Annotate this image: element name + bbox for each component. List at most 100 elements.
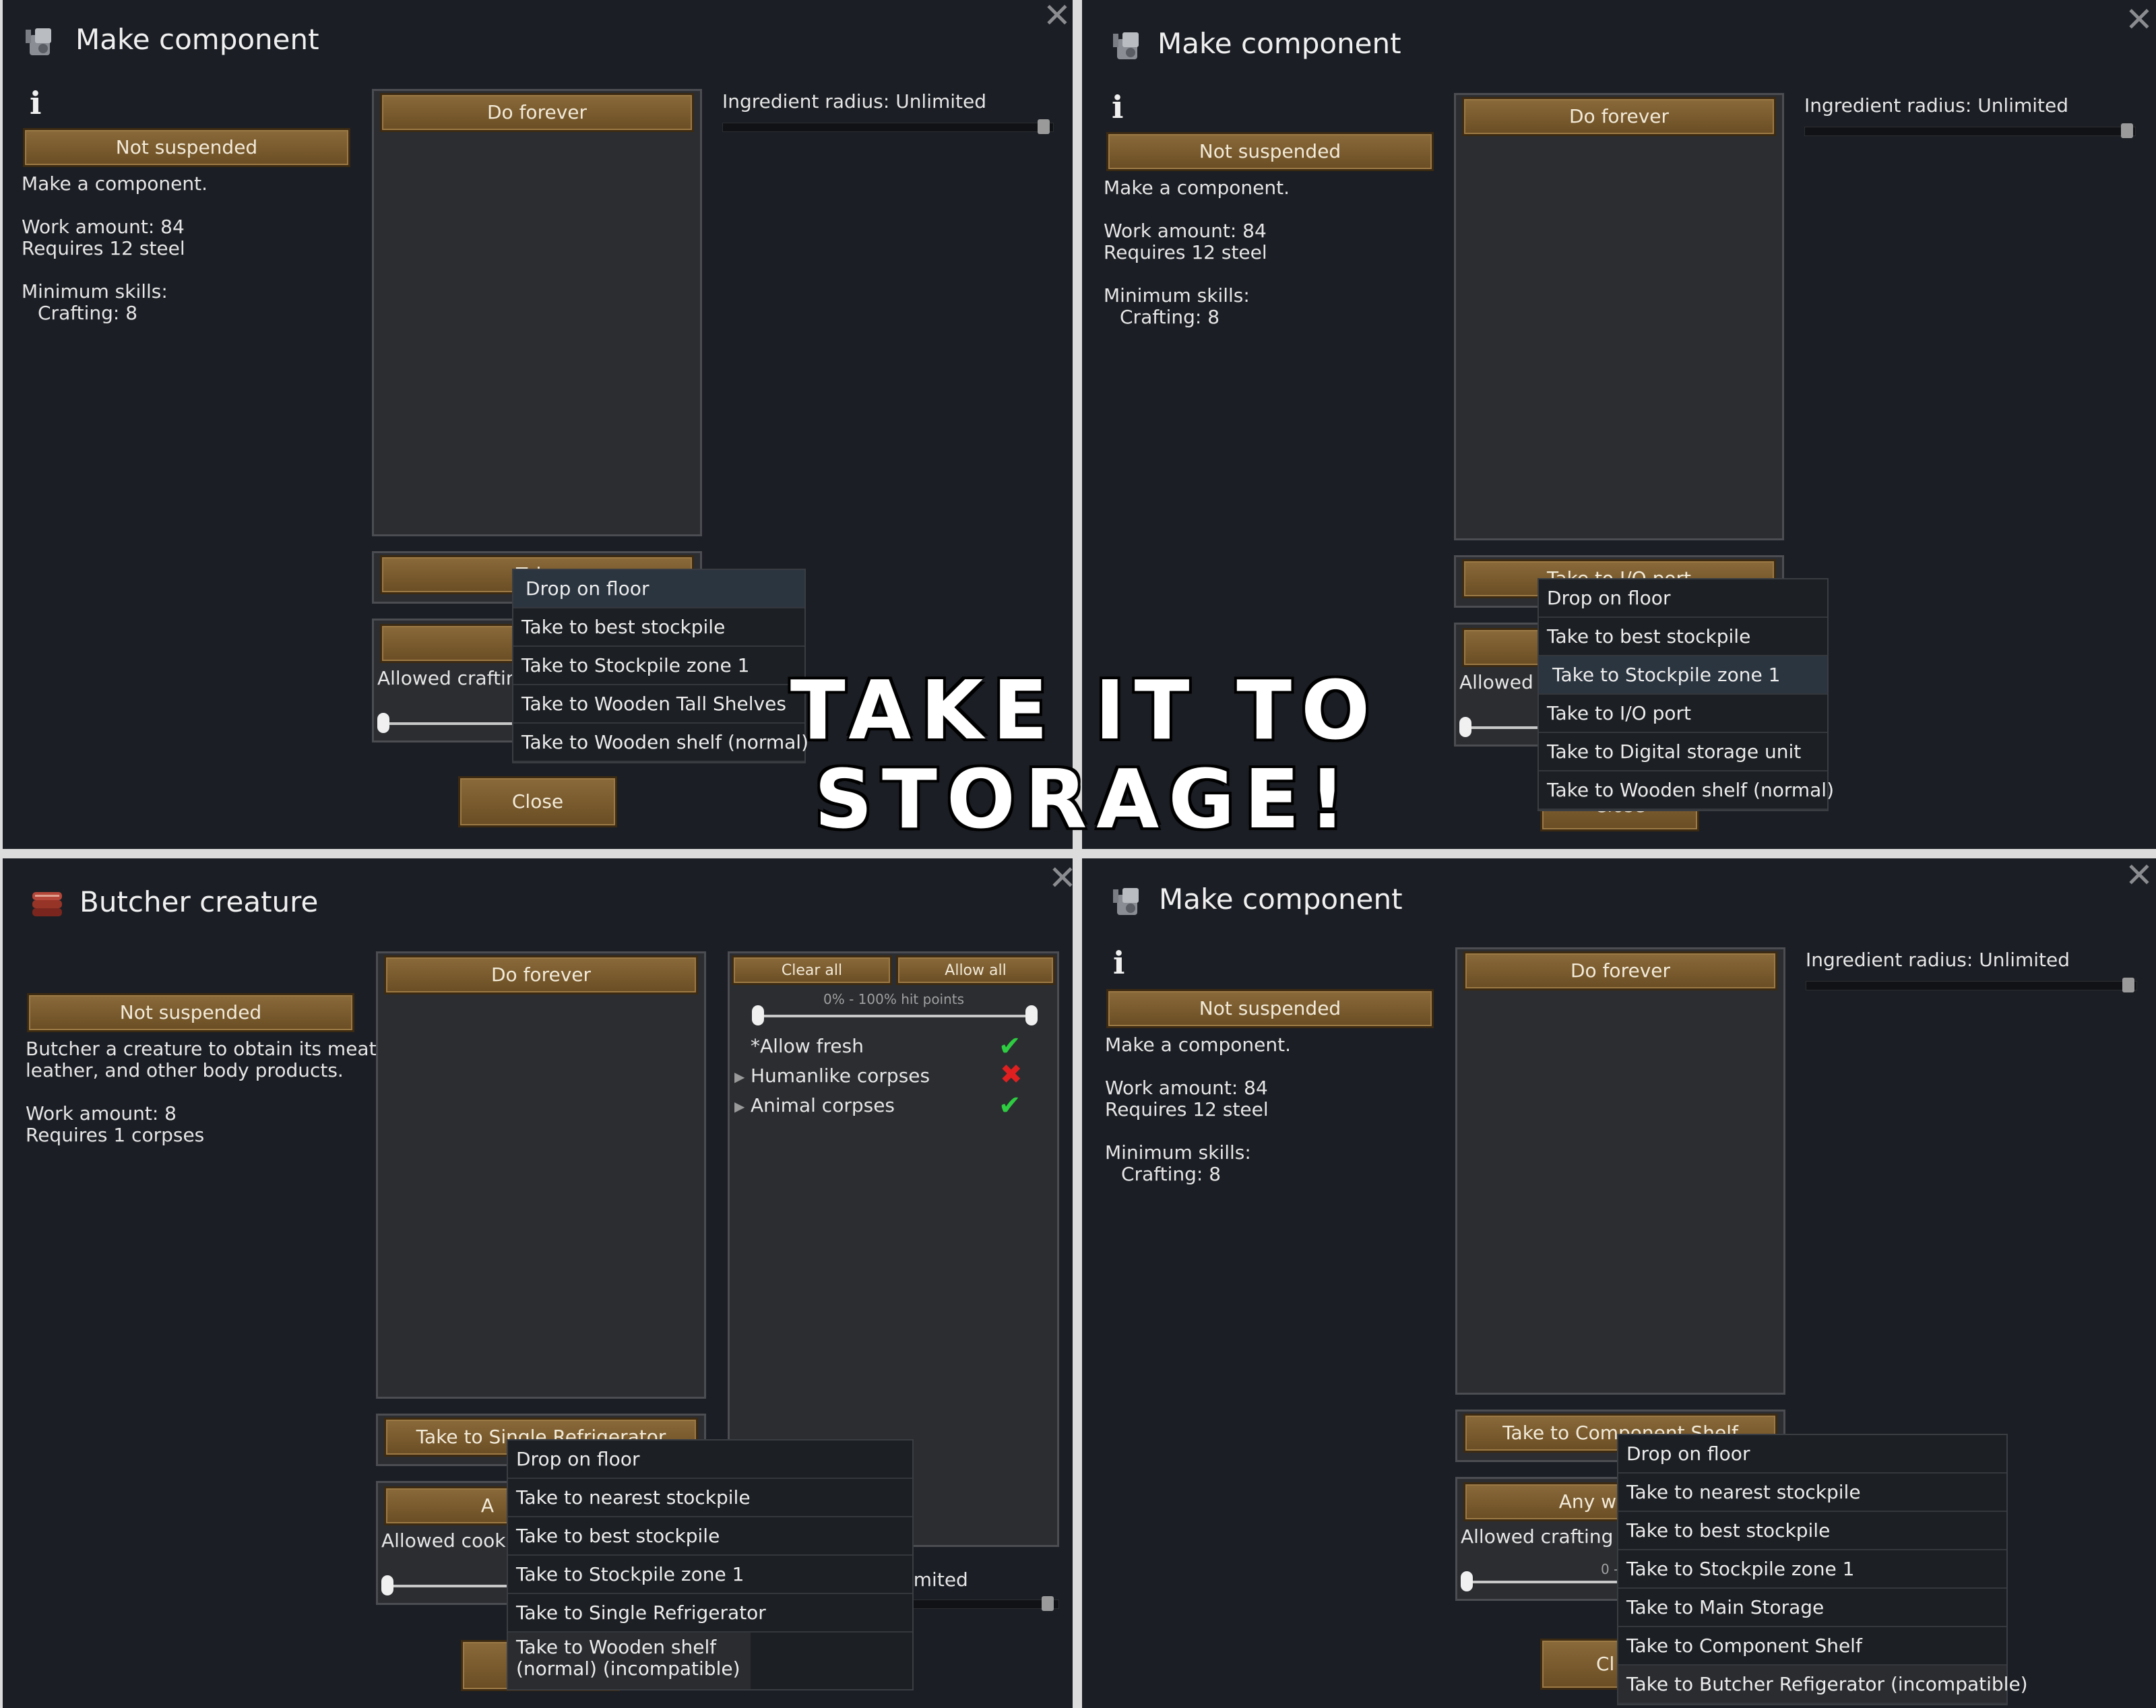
- component-icon: [26, 28, 51, 55]
- requirements: Requires 1 corpses: [26, 1124, 205, 1146]
- menu-item[interactable]: Drop on floor: [1618, 1435, 2006, 1474]
- menu-item[interactable]: Take to I/O port: [1539, 695, 1827, 733]
- allowed-skill-label: Allowed crafting: [377, 667, 530, 689]
- work-amount: Work amount: 84: [22, 216, 185, 238]
- ingredient-radius-label: Ingredient radius: Unlimited: [1806, 949, 2070, 971]
- range-handle-min[interactable]: [1459, 717, 1471, 737]
- repeat-panel: [376, 951, 706, 1399]
- menu-item[interactable]: Take to Wooden shelf (normal): [1539, 771, 1834, 810]
- bill-window-butcher-creature: ✕ Butcher creature Not suspended Butcher…: [3, 858, 1073, 1708]
- close-button[interactable]: Close: [458, 776, 617, 827]
- allowed-skill-label: Allowed c: [1459, 671, 1550, 693]
- minimum-skills-label: Minimum skills:: [1105, 1141, 1251, 1164]
- menu-item[interactable]: Take to best stockpile: [1618, 1512, 2006, 1550]
- minimum-skills-label: Minimum skills:: [22, 280, 168, 303]
- slider-handle[interactable]: [2122, 978, 2134, 992]
- slider-handle[interactable]: [1042, 1596, 1054, 1611]
- menu-item[interactable]: Take to Stockpile zone 1: [1618, 1550, 2006, 1589]
- allowed-skill-label: Allowed crafting sk: [1461, 1525, 1641, 1548]
- work-amount: Work amount: 84: [1105, 1077, 1268, 1099]
- window-title: Make component: [1158, 27, 1401, 60]
- hit-points-range-slider[interactable]: [757, 1015, 1034, 1017]
- hit-points-range-label: 0% - 100% hit points: [823, 991, 965, 1007]
- suspend-toggle-button[interactable]: Not suspended: [23, 128, 350, 167]
- expand-arrow-icon[interactable]: ▶: [734, 1069, 744, 1085]
- ingredient-radius-slider[interactable]: [1806, 981, 2137, 990]
- menu-item[interactable]: Take to best stockpile: [508, 1517, 912, 1556]
- filter-humanlike-corpses[interactable]: Humanlike corpses: [751, 1065, 930, 1087]
- component-icon: [1113, 32, 1139, 59]
- clear-all-button[interactable]: Clear all: [732, 955, 892, 985]
- suspend-toggle-button[interactable]: Not suspended: [27, 993, 354, 1032]
- range-handle-min[interactable]: [752, 1005, 764, 1025]
- range-handle-max[interactable]: [1025, 1005, 1038, 1025]
- bill-window-make-component-3: ✕ Make component i Not suspended Make a …: [1082, 858, 2156, 1708]
- menu-item[interactable]: Take to Stockpile zone 1: [1539, 656, 1827, 695]
- menu-item[interactable]: Take to best stockpile: [1539, 618, 1827, 656]
- requirements: Requires 12 steel: [1105, 1098, 1269, 1120]
- suspend-toggle-button[interactable]: Not suspended: [1106, 989, 1434, 1028]
- minimum-skills-label: Minimum skills:: [1104, 284, 1250, 307]
- requirements: Requires 12 steel: [22, 237, 185, 259]
- window-title: Make component: [1159, 883, 1403, 916]
- range-handle-min[interactable]: [1461, 1571, 1473, 1591]
- store-mode-menu: Drop on floor Take to nearest stockpile …: [507, 1439, 914, 1690]
- close-icon[interactable]: ✕: [2125, 858, 2153, 892]
- skill-requirement: Crafting: 8: [1120, 306, 1220, 328]
- menu-item[interactable]: Take to nearest stockpile: [1618, 1474, 2006, 1512]
- slider-handle[interactable]: [2121, 123, 2133, 138]
- repeat-mode-button[interactable]: Do forever: [1463, 951, 1777, 990]
- slider-handle[interactable]: [1038, 119, 1050, 134]
- menu-item[interactable]: Drop on floor: [1539, 579, 1827, 618]
- window-title: Make component: [75, 23, 319, 56]
- range-handle-min[interactable]: [381, 1575, 393, 1595]
- filter-allow-fresh[interactable]: *Allow fresh: [751, 1035, 864, 1058]
- store-mode-menu: Drop on floor Take to best stockpile Tak…: [1537, 578, 1834, 811]
- close-icon[interactable]: ✕: [2125, 3, 2153, 36]
- allowed-skill-label: Allowed cookin: [381, 1529, 524, 1552]
- component-icon: [1113, 888, 1139, 915]
- menu-item[interactable]: Take to nearest stockpile: [508, 1479, 912, 1517]
- meat-icon: [32, 892, 62, 916]
- ingredient-radius-label: imited: [908, 1569, 968, 1591]
- requirements: Requires 12 steel: [1104, 241, 1267, 263]
- menu-item-incompatible[interactable]: Take to Wooden shelf (normal) (incompati…: [508, 1633, 751, 1689]
- bill-description: Make a component.: [1105, 1034, 1292, 1056]
- info-icon[interactable]: i: [1113, 945, 1124, 981]
- repeat-panel: [1454, 93, 1784, 540]
- check-icon[interactable]: ✔: [998, 1090, 1021, 1121]
- close-icon[interactable]: ✕: [1048, 861, 1073, 895]
- close-icon[interactable]: ✕: [1043, 0, 1071, 32]
- menu-item[interactable]: Take to Digital storage unit: [1539, 733, 1827, 771]
- bill-description: Make a component.: [22, 172, 208, 195]
- range-handle-min[interactable]: [377, 713, 389, 733]
- repeat-mode-button[interactable]: Do forever: [380, 93, 694, 132]
- skill-requirement: Crafting: 8: [38, 302, 138, 324]
- menu-item-incompatible[interactable]: Take to Butcher Refigerator (incompatibl…: [1618, 1666, 2028, 1704]
- expand-arrow-icon[interactable]: ▶: [734, 1098, 744, 1114]
- repeat-mode-button[interactable]: Do forever: [1462, 97, 1776, 136]
- menu-item[interactable]: Take to best stockpile: [513, 608, 804, 647]
- bill-description: Butcher a creature to obtain its meat,: [26, 1038, 383, 1060]
- store-mode-menu: Drop on floor Take to nearest stockpile …: [1617, 1434, 2028, 1705]
- repeat-mode-button[interactable]: Do forever: [384, 955, 698, 994]
- menu-item[interactable]: Take to Main Storage: [1618, 1589, 2006, 1627]
- menu-item[interactable]: Take to Stockpile zone 1: [508, 1556, 912, 1594]
- menu-item[interactable]: Take to Component Shelf: [1618, 1627, 2006, 1666]
- work-amount: Work amount: 84: [1104, 220, 1267, 242]
- ingredient-radius-slider[interactable]: [1804, 127, 2136, 136]
- filter-animal-corpses[interactable]: Animal corpses: [751, 1094, 895, 1117]
- skill-range-label: 0 -: [1601, 1561, 1619, 1577]
- menu-item[interactable]: Take to Single Refrigerator: [508, 1594, 912, 1633]
- allow-all-button[interactable]: Allow all: [896, 955, 1055, 985]
- ingredient-radius-slider[interactable]: [722, 123, 1054, 132]
- info-icon[interactable]: i: [30, 85, 41, 121]
- info-icon[interactable]: i: [1112, 89, 1123, 125]
- suspend-toggle-button[interactable]: Not suspended: [1106, 132, 1434, 171]
- bill-description-cont: leather, and other body products.: [26, 1059, 344, 1081]
- menu-item[interactable]: Drop on floor: [513, 570, 804, 608]
- menu-item[interactable]: Drop on floor: [508, 1441, 912, 1479]
- bill-description: Make a component.: [1104, 177, 1290, 199]
- check-icon[interactable]: ✔: [998, 1031, 1021, 1062]
- cross-icon[interactable]: ✖: [1000, 1059, 1023, 1090]
